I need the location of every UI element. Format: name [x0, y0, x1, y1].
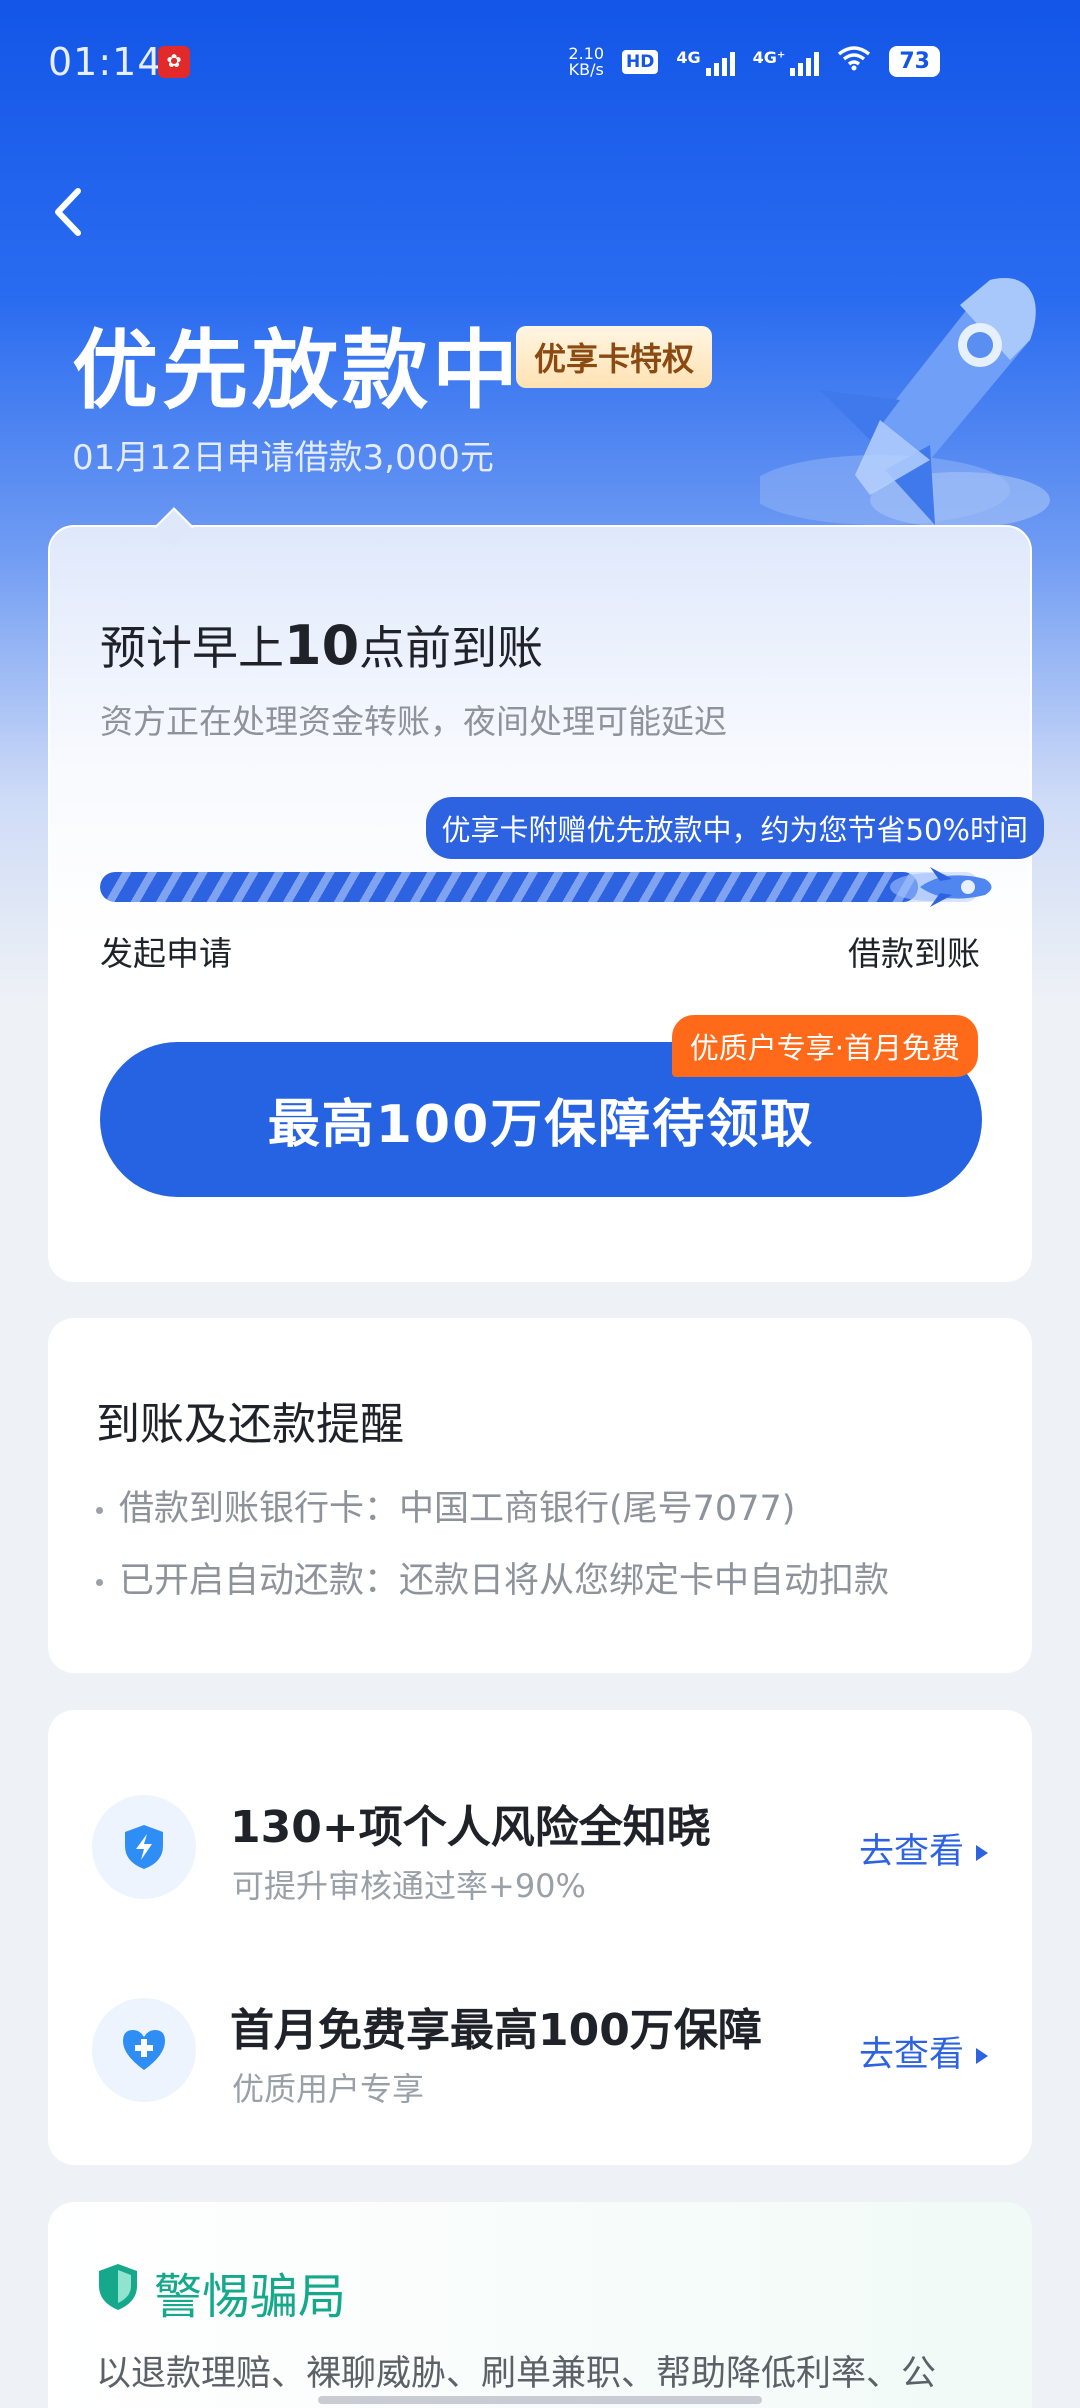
arrival-estimate: 预计早上10点前到账 — [100, 614, 544, 677]
service-subtitle: 可提升审核通过率+90% — [232, 1867, 586, 1905]
progress-bar — [100, 872, 980, 902]
time-saving-tip: 优享卡附赠优先放款中，约为您节省50%时间 — [425, 797, 1044, 859]
repayment-reminder-card: 到账及还款提醒 借款到账银行卡：中国工商银行(尾号7077) 已开启自动还款：还… — [48, 1318, 1032, 1673]
home-indicator[interactable] — [318, 2396, 762, 2404]
view-link[interactable]: 去查看 — [859, 2026, 988, 2077]
service-title: 130+项个人风险全知晓 — [230, 1802, 711, 1853]
icon-circle — [92, 1795, 196, 1899]
signal-sim1-icon: 4G — [676, 48, 735, 76]
service-subtitle: 优质用户专享 — [232, 2070, 425, 2108]
services-card: 130+项个人风险全知晓 可提升审核通过率+90% 去查看 首月免费享最高100… — [48, 1710, 1032, 2165]
reminder-item-bank-card: 借款到账银行卡：中国工商银行(尾号7077) — [96, 1480, 795, 1531]
reminder-item-auto-repay: 已开启自动还款：还款日将从您绑定卡中自动扣款 — [96, 1552, 889, 1603]
status-bar: 01:14 ✿ 2.10 KB/s HD 4G 4G⁺ 73 — [0, 0, 1080, 125]
bullet-dot — [96, 1578, 103, 1586]
privilege-badge: 优享卡特权 — [516, 326, 713, 388]
progress-start-label: 发起申请 — [100, 934, 232, 973]
battery-icon: 73 — [889, 46, 940, 77]
signal-sim2-icon: 4G⁺ — [753, 48, 820, 76]
status-time: 01:14 — [48, 40, 163, 84]
icon-circle — [92, 1998, 196, 2102]
progress-end-label: 借款到账 — [848, 934, 980, 973]
loan-application-info: 01月12日申请借款3,000元 — [72, 438, 494, 478]
status-indicators: 2.10 KB/s HD 4G 4G⁺ 73 — [568, 44, 940, 79]
service-risk-report[interactable]: 130+项个人风险全知晓 可提升审核通过率+90% 去查看 — [48, 1775, 1032, 1915]
back-arrow-icon[interactable] — [48, 185, 88, 240]
shield-lightning-icon — [125, 1825, 163, 1869]
bullet-dot — [96, 1506, 103, 1514]
warning-text: 以退款理赔、裸聊威胁、刷单兼职、帮助降低利率、公 — [96, 2354, 937, 2394]
service-protection[interactable]: 首月免费享最高100万保障 优质用户专享 去查看 — [48, 1978, 1032, 2118]
view-link[interactable]: 去查看 — [859, 1823, 988, 1874]
page-title: 优先放款中 — [72, 321, 522, 421]
fraud-warning-card: 警惕骗局 以退款理赔、裸聊威胁、刷单兼职、帮助降低利率、公 — [48, 2202, 1032, 2408]
reminder-title: 到账及还款提醒 — [96, 1399, 404, 1450]
arrow-right-icon — [976, 1845, 988, 1861]
loan-progress-card: 预计早上10点前到账 资方正在处理资金转账，夜间处理可能延迟 优享卡附赠优先放款… — [48, 507, 1044, 1282]
arrow-right-icon — [976, 2048, 988, 2064]
network-speed: 2.10 KB/s — [568, 43, 605, 79]
rocket-illustration-icon — [750, 260, 1060, 530]
hd-voice-icon: HD — [622, 49, 659, 74]
promo-tag: 优质户专享·首月免费 — [671, 1015, 978, 1077]
processing-note: 资方正在处理资金转账，夜间处理可能延迟 — [100, 702, 727, 741]
wifi-icon — [837, 44, 871, 79]
progress-rocket-icon — [890, 857, 1000, 917]
warning-title: 警惕骗局 — [154, 2269, 347, 2325]
service-title: 首月免费享最高100万保障 — [230, 2005, 762, 2056]
progress-fill — [100, 872, 919, 902]
notification-app-icon: ✿ — [158, 46, 190, 78]
heart-plus-icon — [123, 2030, 165, 2070]
shield-check-icon — [99, 2264, 137, 2310]
